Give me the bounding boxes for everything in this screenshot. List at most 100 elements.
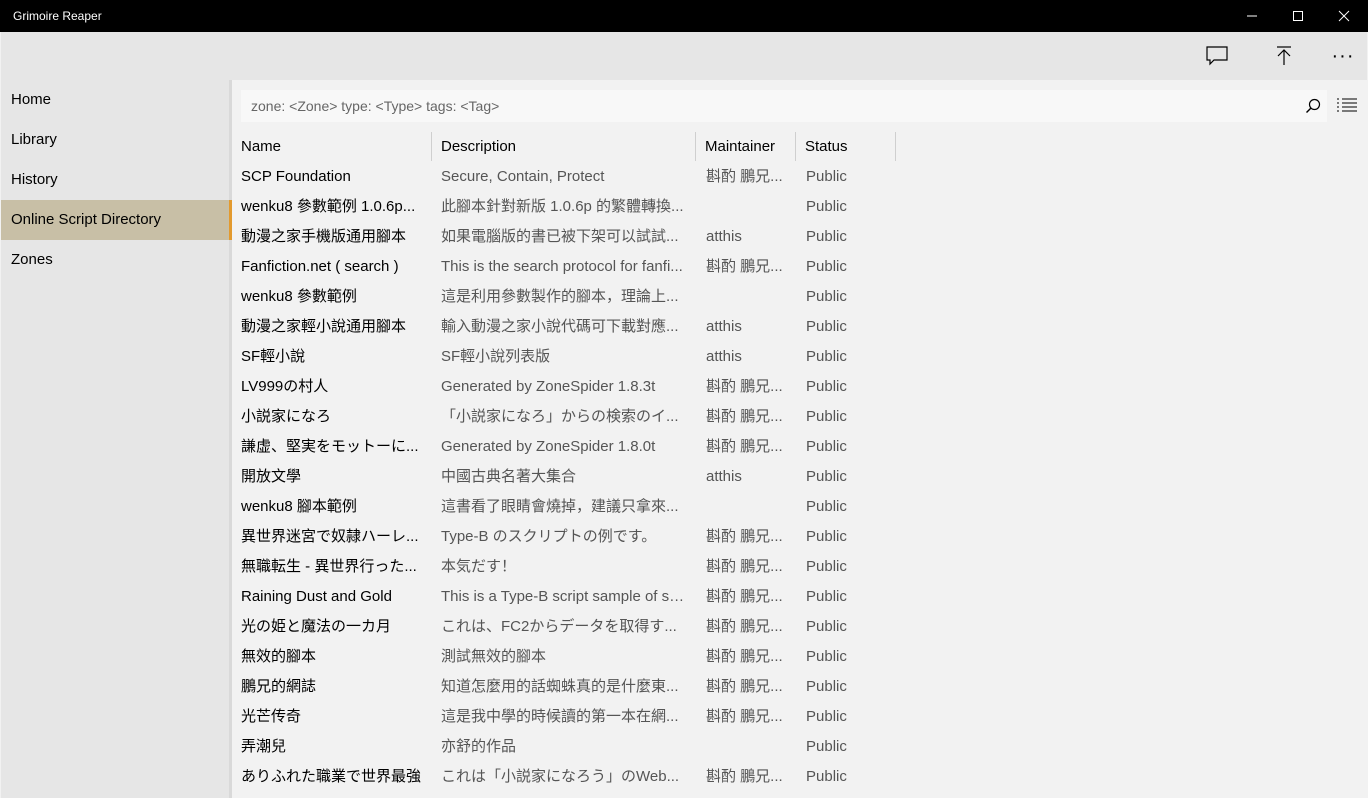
search-input[interactable]: zone: <Zone> type: <Type> tags: <Tag>: [241, 90, 1327, 122]
search-icon[interactable]: [1305, 98, 1321, 114]
table-row[interactable]: SCP Foundation Secure, Contain, Protect 斟酌…: [232, 162, 932, 192]
cell-description: 本気だす！: [441, 558, 517, 575]
cell-status: Public: [806, 378, 847, 395]
cell-status: Public: [806, 498, 847, 515]
navigation-pane: Home Library History Online Script Direc…: [1, 80, 229, 798]
cell-status: Public: [806, 198, 847, 215]
minimize-icon: [1247, 15, 1257, 17]
cell-description: 此腳本針對新版 1.0.6p 的繁體轉換...: [441, 198, 684, 215]
cell-description: 亦舒的作品: [441, 738, 517, 755]
table-row[interactable]: 動漫之家手機版通用腳本 如果電腦版的書已被下架可以試試... atthis Publi…: [232, 222, 932, 252]
cell-name: 光の姫と魔法の一カ月: [241, 618, 392, 635]
cell-description: Generated by ZoneSpider 1.8.3t: [441, 378, 656, 395]
cell-name: 無效的腳本: [241, 648, 317, 665]
search-placeholder: zone: <Zone> type: <Type> tags: <Tag>: [251, 98, 500, 114]
cell-maintainer: 斟酌 鵬兄...: [706, 708, 783, 725]
cell-maintainer: 斟酌 鵬兄...: [706, 678, 783, 695]
column-header-maintainer[interactable]: Maintainer: [696, 132, 795, 161]
cell-status: Public: [806, 318, 847, 335]
close-button[interactable]: [1321, 0, 1367, 32]
cell-description: 這是我中學的時候讀的第一本在網...: [441, 708, 679, 725]
cell-description: 「小説家になろ」からの検索のイ...: [441, 408, 679, 425]
table-row[interactable]: 光芒传奇 這是我中學的時候讀的第一本在網... 斟酌 鵬兄... Public: [232, 702, 932, 732]
table-row[interactable]: 動漫之家輕小說通用腳本 輸入動漫之家小說代碼可下載對應... atthis Publi…: [232, 312, 932, 342]
cell-maintainer: atthis: [706, 348, 742, 365]
table-row[interactable]: wenku8 參數範例 這是利用參數製作的腳本，理論上... Public: [232, 282, 932, 312]
maximize-icon: [1293, 11, 1303, 21]
cell-name: 無職転生 - 異世界行った...: [241, 558, 417, 575]
nav-item-library[interactable]: Library: [1, 120, 229, 160]
table-row[interactable]: Fanfiction.net ( search ) This is the sea…: [232, 252, 932, 282]
cell-description: 中國古典名著大集合: [441, 468, 577, 485]
cell-maintainer: [706, 192, 786, 222]
table-row[interactable]: LV999の村人 Generated by ZoneSpider 1.8.3t 斟酌…: [232, 372, 932, 402]
cell-status: Public: [806, 258, 847, 275]
cell-maintainer: 斟酌 鵬兄...: [706, 768, 783, 785]
cell-status: Public: [806, 348, 847, 365]
nav-item-history[interactable]: History: [1, 160, 229, 200]
nav-item-online-script-directory[interactable]: Online Script Directory: [1, 200, 229, 240]
cell-status: Public: [806, 408, 847, 425]
cell-maintainer: [706, 732, 786, 762]
maximize-button[interactable]: [1275, 0, 1321, 32]
cell-name: 開放文學: [241, 468, 302, 485]
column-header-status[interactable]: Status: [796, 132, 895, 161]
table-row[interactable]: wenku8 腳本範例 這書看了眼睛會燒掉，建議只拿來... Public: [232, 492, 932, 522]
cell-description: 輸入動漫之家小說代碼可下載對應...: [441, 318, 679, 335]
cell-status: Public: [806, 708, 847, 725]
nav-item-label: Online Script Directory: [11, 211, 162, 228]
table-row[interactable]: ありふれた職業で世界最強 これは「小説家になろう」のWeb... 斟酌 鵬兄... P…: [232, 762, 932, 792]
cell-description: SF輕小說列表版: [441, 348, 551, 365]
cell-name: 動漫之家輕小說通用腳本: [241, 318, 407, 335]
cell-description: これは、FC2からデータを取得す...: [441, 618, 677, 635]
nav-item-label: Zones: [11, 251, 53, 268]
table-row[interactable]: 弄潮兒 亦舒的作品 Public: [232, 732, 932, 762]
table-header: Name Description Maintainer Status: [232, 132, 896, 161]
cell-name: 光芒传奇: [241, 708, 302, 725]
cell-name: 動漫之家手機版通用腳本: [241, 228, 407, 245]
cell-maintainer: 斟酌 鵬兄...: [706, 408, 783, 425]
nav-item-zones[interactable]: Zones: [1, 240, 229, 280]
column-header-name[interactable]: Name: [232, 132, 431, 161]
list-view-icon[interactable]: [1336, 96, 1358, 114]
cell-maintainer: 斟酌 鵬兄...: [706, 618, 783, 635]
table-row[interactable]: 異世界迷宮で奴隷ハーレ... Type-B のスクリプトの例です。 斟酌 鵬兄...…: [232, 522, 932, 552]
table-row[interactable]: wenku8 參數範例 1.0.6p... 此腳本針對新版 1.0.6p 的繁體轉…: [232, 192, 932, 222]
cell-name: Fanfiction.net ( search ): [241, 258, 399, 275]
cell-status: Public: [806, 558, 847, 575]
column-header-description[interactable]: Description: [432, 132, 695, 161]
cell-maintainer: 斟酌 鵬兄...: [706, 168, 783, 185]
cell-name: LV999の村人: [241, 378, 329, 395]
table-row[interactable]: Raining Dust and Gold This is a Type-B sc…: [232, 582, 932, 612]
table-row[interactable]: 鵬兄的網誌 知道怎麼用的話蜘蛛真的是什麼東... 斟酌 鵬兄... Public: [232, 672, 932, 702]
cell-status: Public: [806, 438, 847, 455]
cell-name: wenku8 腳本範例: [241, 498, 357, 515]
cell-name: SCP Foundation: [241, 168, 351, 185]
table-row[interactable]: 無效的腳本 測試無效的腳本 斟酌 鵬兄... Public: [232, 642, 932, 672]
table-row[interactable]: 謙虚、堅実をモットーに... Generated by ZoneSpider 1.…: [232, 432, 932, 462]
column-separator[interactable]: [895, 132, 896, 161]
content-area: zone: <Zone> type: <Type> tags: <Tag> Na…: [232, 80, 1368, 798]
nav-item-label: History: [11, 171, 58, 188]
cell-name: ありふれた職業で世界最強: [241, 768, 422, 785]
more-icon: ···: [1331, 44, 1355, 67]
upload-button[interactable]: [1264, 32, 1304, 80]
cell-description: Type-B のスクリプトの例です。: [441, 528, 657, 545]
cell-name: 小説家になろ: [241, 408, 332, 425]
more-button[interactable]: ···: [1323, 32, 1363, 80]
cell-maintainer: 斟酌 鵬兄...: [706, 438, 783, 455]
feedback-button[interactable]: [1197, 32, 1237, 80]
minimize-button[interactable]: [1229, 0, 1275, 32]
table-row[interactable]: 光の姫と魔法の一カ月 これは、FC2からデータを取得す... 斟酌 鵬兄... Pub…: [232, 612, 932, 642]
table-row[interactable]: 小説家になろ 「小説家になろ」からの検索のイ... 斟酌 鵬兄... Public: [232, 402, 932, 432]
cell-description: Secure, Contain, Protect: [441, 168, 605, 185]
cell-description: 測試無效的腳本: [441, 648, 547, 665]
table-row[interactable]: 開放文學 中國古典名著大集合 atthis Public: [232, 462, 932, 492]
table-row[interactable]: 無職転生 - 異世界行った... 本気だす！ 斟酌 鵬兄... Public: [232, 552, 932, 582]
table-row[interactable]: SF輕小說 SF輕小說列表版 atthis Public: [232, 342, 932, 372]
cell-status: Public: [806, 468, 847, 485]
cell-description: 知道怎麼用的話蜘蛛真的是什麼東...: [441, 678, 679, 695]
cell-maintainer: 斟酌 鵬兄...: [706, 648, 783, 665]
cell-name: 異世界迷宮で奴隷ハーレ...: [241, 528, 419, 545]
nav-item-home[interactable]: Home: [1, 80, 229, 120]
